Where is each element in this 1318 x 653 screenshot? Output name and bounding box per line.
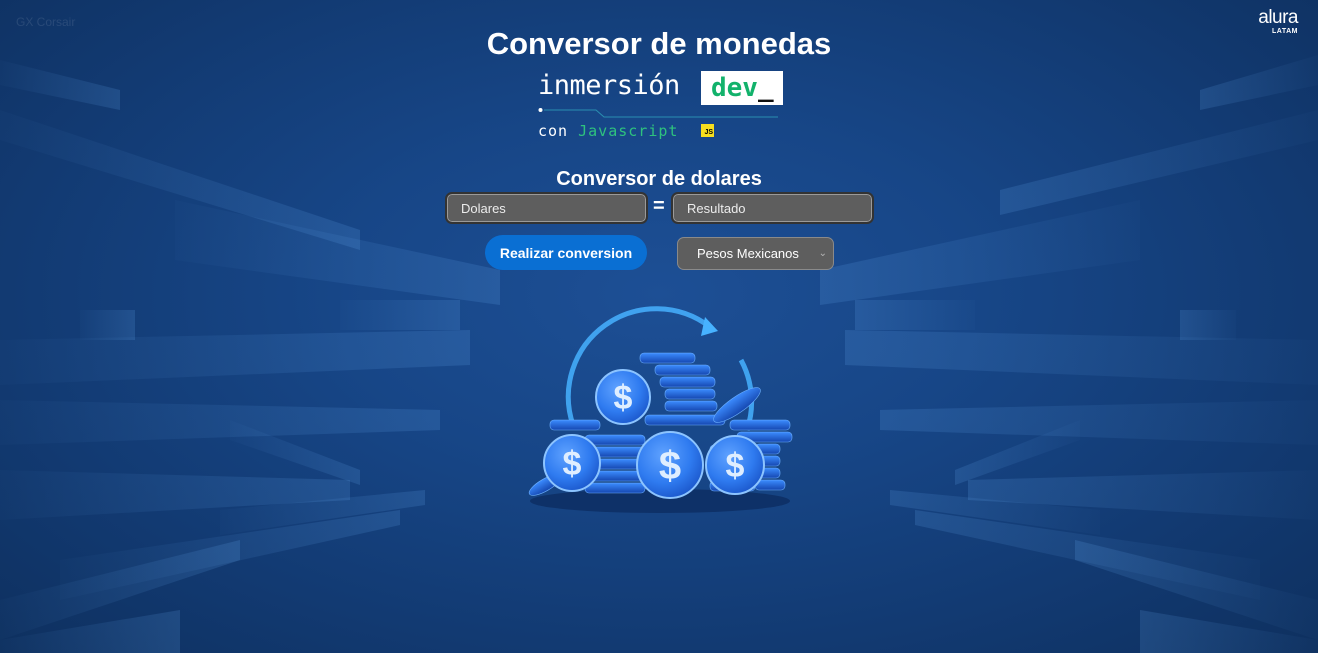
convert-button[interactable]: Realizar conversion [485,235,647,270]
coin-symbol: $ [563,445,582,483]
page-title: Conversor de monedas [486,26,832,61]
currency-select[interactable]: Pesos Mexicanos ⌄ [677,237,834,270]
equals-sign: = [653,195,665,217]
brand-sub-prefix: con [538,122,569,140]
brand-dev-box: dev_ [701,71,783,105]
dolares-input[interactable] [445,192,648,224]
brand-word: inmersión [538,70,680,101]
chevron-down-icon: ⌄ [818,248,827,259]
circuit-line-icon [538,108,778,118]
brand-dev-word: dev [711,73,758,103]
converter-title: Conversor de dolares [556,168,762,190]
coin-symbol: $ [726,447,745,485]
brand-sub-lang: Javascript [578,122,679,140]
currency-select-value: Pesos Mexicanos [697,246,799,261]
coins-exchange-icon: $ $ $ $ [528,306,793,513]
coin-symbol: $ [659,444,681,488]
alura-logo-name: alura [1258,7,1298,28]
js-badge-icon: JS [701,124,714,137]
brand-dev-cursor: _ [757,73,774,103]
resultado-field[interactable] [671,192,874,224]
brand-sub: con Javascript [538,122,678,140]
coin-symbol: $ [614,379,633,417]
inmersion-dev-logo: inmersión dev_ con Javascript JS [538,70,788,142]
